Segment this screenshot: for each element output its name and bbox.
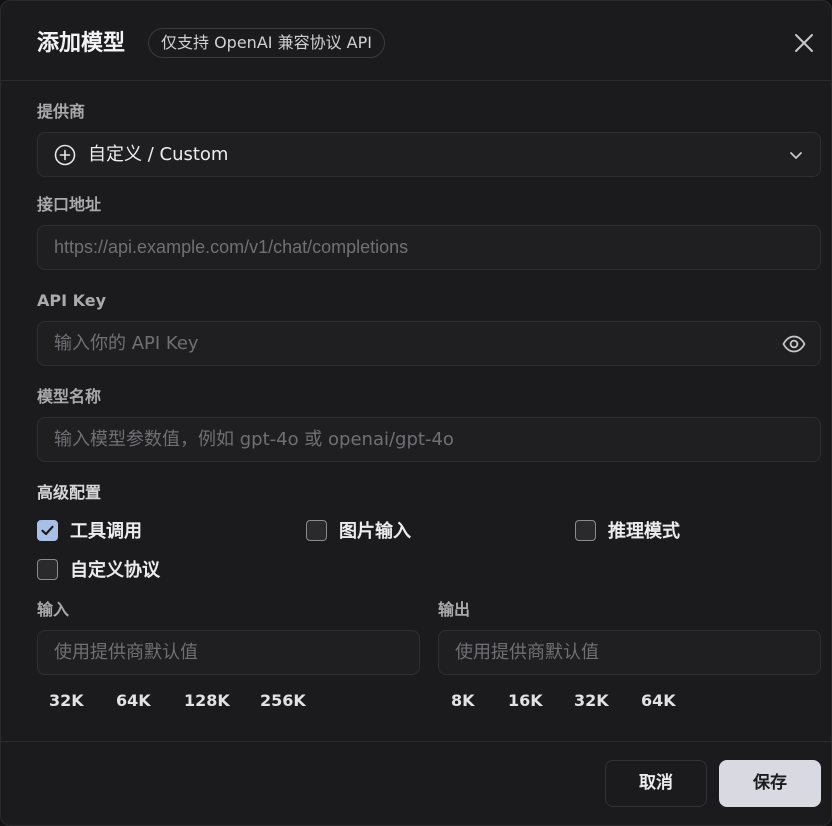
endpoint-label: 接口地址 xyxy=(37,195,102,214)
plus-circle-icon xyxy=(54,144,76,166)
input-preset-256k[interactable]: 256K xyxy=(260,689,306,713)
tool-calling-checkbox[interactable] xyxy=(37,519,58,541)
close-button[interactable] xyxy=(790,29,818,57)
input-preset-128k[interactable]: 128K xyxy=(184,689,230,713)
eye-icon[interactable] xyxy=(782,333,806,355)
close-icon xyxy=(795,34,813,52)
custom-protocol-label: 自定义协议 xyxy=(70,560,160,581)
api-key-label: API Key xyxy=(37,291,107,310)
output-preset-32k[interactable]: 32K xyxy=(574,689,609,713)
custom-protocol-checkbox[interactable] xyxy=(37,558,58,580)
input-preset-64k[interactable]: 64K xyxy=(116,689,151,713)
custom-protocol-option[interactable]: 自定义协议 xyxy=(37,557,160,581)
output-tokens-label: 输出 xyxy=(438,600,471,619)
output-tokens-input[interactable] xyxy=(439,631,820,674)
dialog-title: 添加模型 xyxy=(37,31,126,56)
checkmark-icon xyxy=(41,525,54,535)
reasoning-mode-label: 推理模式 xyxy=(608,521,680,542)
input-tokens-label: 输入 xyxy=(37,600,70,619)
endpoint-input[interactable] xyxy=(38,226,820,269)
endpoint-field xyxy=(37,225,821,270)
protocol-badge: 仅支持 OpenAI 兼容协议 API xyxy=(148,28,385,58)
provider-select[interactable]: 自定义 / Custom xyxy=(37,132,821,177)
output-preset-8k[interactable]: 8K xyxy=(451,689,475,713)
input-preset-32k[interactable]: 32K xyxy=(49,689,84,713)
dialog-header: 添加模型 仅支持 OpenAI 兼容协议 API xyxy=(1,1,832,81)
advanced-label: 高级配置 xyxy=(37,483,102,502)
save-button[interactable]: 保存 xyxy=(719,760,821,807)
model-name-label: 模型名称 xyxy=(37,387,102,406)
reasoning-mode-option[interactable]: 推理模式 xyxy=(575,518,680,542)
add-model-dialog: 添加模型 仅支持 OpenAI 兼容协议 API 提供商 自定义 / Custo… xyxy=(0,0,832,826)
image-input-option[interactable]: 图片输入 xyxy=(306,518,411,542)
image-input-label: 图片输入 xyxy=(339,521,411,542)
tool-calling-option[interactable]: 工具调用 xyxy=(37,518,142,542)
image-input-checkbox[interactable] xyxy=(306,519,327,541)
footer-divider xyxy=(1,741,832,742)
provider-selected-value: 自定义 / Custom xyxy=(88,144,229,165)
chevron-down-icon xyxy=(790,152,802,159)
provider-label: 提供商 xyxy=(37,102,86,121)
input-tokens-field xyxy=(37,630,420,675)
reasoning-mode-checkbox[interactable] xyxy=(575,519,596,541)
model-name-input[interactable] xyxy=(38,418,820,461)
output-tokens-field xyxy=(438,630,821,675)
api-key-input[interactable] xyxy=(38,322,820,365)
cancel-button[interactable]: 取消 xyxy=(605,760,707,807)
output-preset-16k[interactable]: 16K xyxy=(508,689,543,713)
tool-calling-label: 工具调用 xyxy=(70,521,142,542)
api-key-field xyxy=(37,321,821,366)
output-preset-64k[interactable]: 64K xyxy=(641,689,676,713)
input-tokens-input[interactable] xyxy=(38,631,419,674)
model-name-field xyxy=(37,417,821,462)
